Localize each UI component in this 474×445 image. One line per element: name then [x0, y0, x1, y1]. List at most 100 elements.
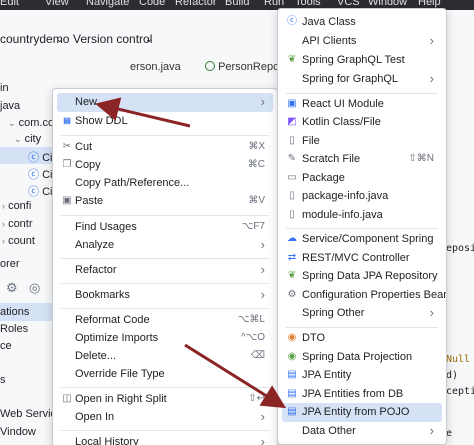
submenu-item-spring-for-graphql[interactable]: Spring for GraphQL › — [282, 70, 442, 89]
submenu-item-spring-data-jpa-repository[interactable]: ❦ Spring Data JPA Repository — [282, 267, 442, 286]
submenu-item-spring-graphql-test[interactable]: ❦ Spring GraphQL Test — [282, 51, 442, 70]
menu-item-cut[interactable]: ✂ Cut ⌘X — [57, 138, 273, 157]
menu-edit[interactable]: Edit — [0, 0, 19, 8]
vcs-selector[interactable]: Version control — [73, 32, 152, 46]
package-info-icon: ▯ — [289, 190, 295, 201]
menu-window[interactable]: Window — [368, 0, 407, 8]
menu-item-show-ddl[interactable]: ▤ Show DDL — [57, 112, 273, 131]
submenu-item-file[interactable]: ▯ File — [282, 132, 442, 151]
interface-icon — [205, 61, 215, 71]
submenu-item-java-class[interactable]: ⓒ Java Class — [282, 13, 442, 32]
menu-code[interactable]: Code — [139, 0, 165, 8]
gear-icon[interactable]: ⚙ — [6, 280, 18, 296]
submenu-item-kotlin-class[interactable]: ◩ Kotlin Class/File — [282, 113, 442, 132]
submenu-item-dto[interactable]: ◉ DTO — [282, 329, 442, 348]
submenu-item-configuration-properties-bean[interactable]: ⚙ Configuration Properties Bean — [282, 286, 446, 305]
menu-item-delete[interactable]: Delete... ⌫ — [57, 347, 273, 366]
menu-item-open-right-split[interactable]: ◫ Open in Right Split ⇧↩ — [57, 390, 273, 409]
menu-help[interactable]: Help — [418, 0, 441, 8]
code-fragment: Null — [446, 354, 471, 365]
tree-item[interactable]: › count — [2, 235, 35, 247]
menu-item-reformat-code[interactable]: Reformat Code ⌥⌘L — [57, 311, 273, 330]
submenu-item-spring-data-projection[interactable]: ◉ Spring Data Projection — [282, 348, 442, 367]
panel-title: orer — [0, 258, 20, 270]
spring-data-icon: ❦ — [287, 270, 297, 281]
menu-item-open-in[interactable]: Open In › — [57, 408, 273, 427]
menu-run[interactable]: Run — [264, 0, 284, 8]
react-icon: ▣ — [287, 98, 297, 109]
separator — [61, 387, 269, 388]
rest-controller-icon: ⇄ — [287, 252, 297, 263]
tree-item[interactable]: java — [0, 100, 20, 112]
java-class-icon: ⓒ — [287, 16, 297, 27]
separator — [61, 430, 269, 431]
separator — [61, 308, 269, 309]
chevron-right-icon: › — [260, 434, 265, 445]
submenu-item-package[interactable]: ▭ Package — [282, 169, 442, 188]
submenu-item-jpa-entity-from-pojo[interactable]: ▤ JPA Entity from POJO — [282, 403, 442, 422]
menu-item-analyze[interactable]: Analyze › — [57, 236, 273, 255]
panel-item[interactable]: ce — [0, 340, 12, 352]
chevron-right-icon: › — [429, 71, 434, 86]
gear-icon: ⚙ — [287, 289, 297, 300]
menu-item-find-usages[interactable]: Find Usages ⌥F7 — [57, 218, 273, 237]
panel-item[interactable]: ations — [0, 306, 29, 318]
code-fragment: d) — [446, 370, 459, 381]
menu-item-copy-path[interactable]: Copy Path/Reference... — [57, 174, 273, 193]
submenu-item-react-ui-module[interactable]: ▣ React UI Module — [282, 95, 442, 114]
submenu-item-rest-mvc-controller[interactable]: ⇄ REST/MVC Controller — [282, 249, 442, 268]
file-icon: ▯ — [289, 135, 295, 146]
separator — [61, 258, 269, 259]
submenu-item-data-other[interactable]: Data Other › — [282, 422, 442, 441]
menu-build[interactable]: Build — [225, 0, 249, 8]
chevron-right-icon: › — [429, 305, 434, 320]
submenu-item-jpa-entities-from-db[interactable]: ▤ JPA Entities from DB — [282, 385, 442, 404]
submenu-item-package-info[interactable]: ▯ package-info.java — [282, 187, 442, 206]
new-submenu: ⓒ Java Class API Clients › ❦ Spring GraphQL… — [277, 8, 447, 445]
module-info-icon: ▯ — [289, 209, 295, 220]
menu-refactor[interactable]: Refactor — [175, 0, 217, 8]
menu-item-refactor[interactable]: Refactor › — [57, 261, 273, 280]
menu-item-local-history[interactable]: Local History › — [57, 433, 273, 445]
projection-icon: ◉ — [287, 351, 297, 362]
tree-item-class[interactable]: ⓒ Ci — [28, 183, 52, 199]
tree-item-class[interactable]: ⓒ Ci — [28, 149, 52, 165]
jpa-entity-icon: ▤ — [287, 369, 297, 380]
chevron-down-icon[interactable]: ⌄ — [56, 34, 64, 45]
menu-item-paste[interactable]: ▣ Paste ⌘V — [57, 192, 273, 211]
package-icon: ▭ — [287, 172, 297, 183]
submenu-item-scratch-file[interactable]: ✎ Scratch File ⇧⌘N — [282, 150, 442, 169]
tree-item-class[interactable]: ⓒ Ci — [28, 166, 52, 182]
panel-item[interactable]: Vindow — [0, 426, 36, 438]
tab-person-repository[interactable]: PersonRepos — [205, 61, 285, 73]
separator — [61, 215, 269, 216]
tab-person-java[interactable]: erson.java — [130, 61, 181, 73]
spring-component-icon: ☁ — [287, 233, 297, 244]
menu-tools[interactable]: Tools — [295, 0, 321, 8]
menu-item-override-file-type[interactable]: Override File Type — [57, 365, 273, 384]
menu-vcs[interactable]: VCS — [337, 0, 360, 8]
tree-item[interactable]: › confi — [2, 200, 31, 212]
submenu-item-jpa-entity[interactable]: ▤ JPA Entity — [282, 366, 442, 385]
dto-icon: ◉ — [287, 332, 297, 343]
menu-view[interactable]: View — [45, 0, 69, 8]
tree-item[interactable]: › contr — [2, 218, 33, 230]
menu-item-bookmarks[interactable]: Bookmarks › — [57, 286, 273, 305]
submenu-item-service-component-spring[interactable]: ☁ Service/Component Spring — [282, 230, 442, 249]
menu-navigate[interactable]: Navigate — [86, 0, 129, 8]
submenu-item-spring-other[interactable]: Spring Other › — [282, 304, 442, 323]
tree-item[interactable]: in — [0, 82, 9, 94]
separator — [286, 93, 438, 94]
editor-tabs: erson.java PersonRepos — [130, 58, 285, 76]
submenu-item-module-info[interactable]: ▯ module-info.java — [282, 206, 442, 225]
panel-item[interactable]: s — [0, 374, 6, 386]
chevron-down-icon[interactable]: ⌄ — [145, 34, 153, 45]
menu-item-optimize-imports[interactable]: Optimize Imports ^⌥O — [57, 329, 273, 348]
tree-item[interactable]: ⌄ city — [14, 133, 41, 145]
panel-item[interactable]: Roles — [0, 323, 28, 335]
target-icon[interactable]: ◎ — [29, 280, 40, 296]
separator — [286, 327, 438, 328]
menu-item-copy[interactable]: ❐ Copy ⌘C — [57, 156, 273, 175]
menu-item-new[interactable]: New › — [57, 93, 273, 112]
submenu-item-api-clients[interactable]: API Clients › — [282, 32, 442, 51]
